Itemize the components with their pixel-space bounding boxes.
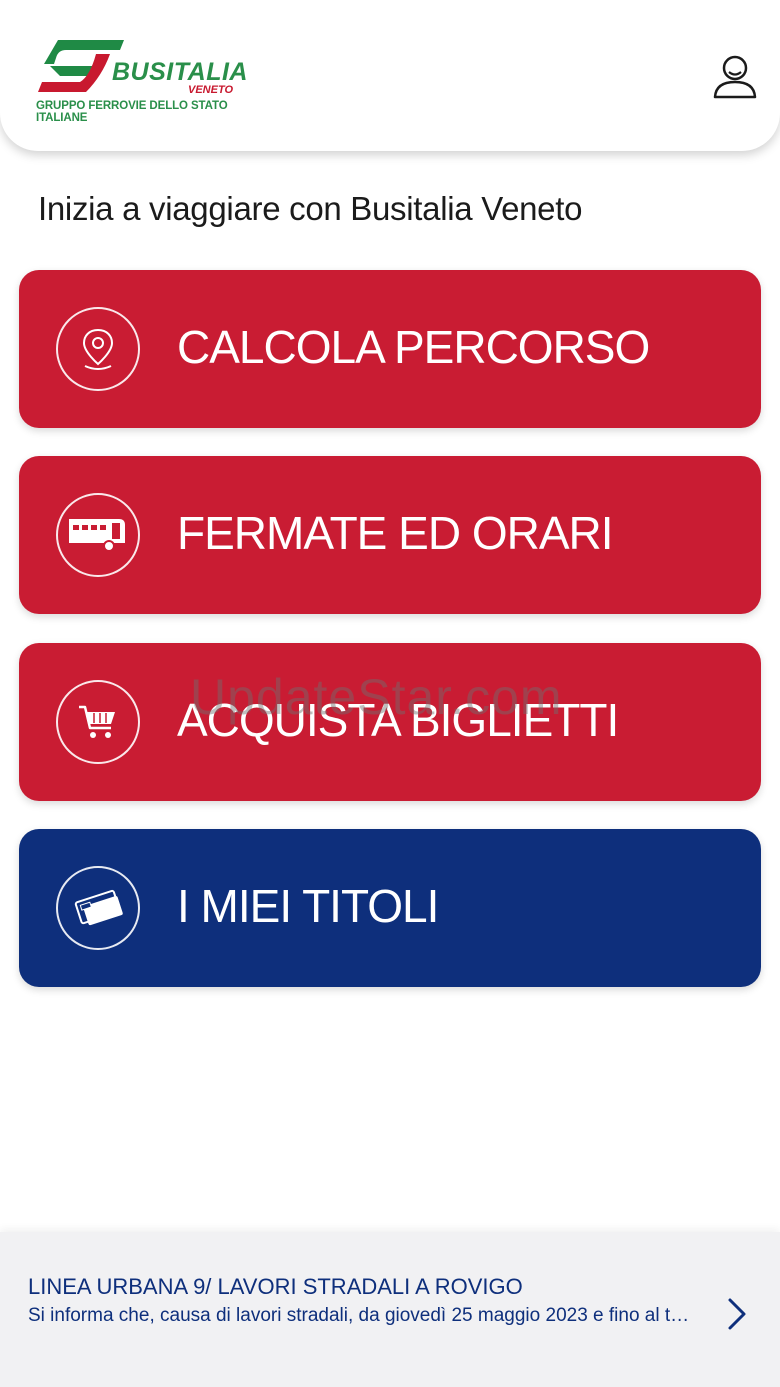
ticket-icon: [56, 866, 140, 950]
user-icon[interactable]: [710, 52, 760, 102]
calcola-percorso-button[interactable]: CALCOLA PERCORSO: [19, 270, 761, 428]
logo-brand-text: BUSITALIA: [112, 58, 248, 86]
cart-icon: [56, 680, 140, 764]
intro-text: Inizia a viaggiare con Busitalia Veneto: [38, 190, 583, 227]
card-label: I MIEI TITOLI: [177, 880, 439, 932]
news-text: Si informa che, causa di lavori stradali…: [28, 1305, 698, 1326]
news-banner[interactable]: LINEA URBANA 9/ LAVORI STRADALI A ROVIGO…: [0, 1232, 780, 1387]
news-title: LINEA URBANA 9/ LAVORI STRADALI A ROVIGO: [28, 1274, 523, 1299]
app-header: BUSITALIA VENETO GRUPPO FERROVIE DELLO S…: [0, 0, 780, 151]
i-miei-titoli-button[interactable]: I MIEI TITOLI: [19, 829, 761, 987]
fermate-ed-orari-button[interactable]: FERMATE ED ORARI: [19, 456, 761, 614]
logo-group-text: GRUPPO FERROVIE DELLO STATO ITALIANE: [36, 100, 228, 124]
chevron-right-icon[interactable]: [722, 1294, 750, 1334]
map-pin-icon: [56, 307, 140, 391]
acquista-biglietti-button[interactable]: ACQUISTA BIGLIETTI: [19, 643, 761, 801]
card-label: ACQUISTA BIGLIETTI: [177, 694, 619, 746]
logo-region-text: VENETO: [188, 84, 234, 96]
card-label: CALCOLA PERCORSO: [177, 321, 650, 373]
bus-icon: [56, 493, 140, 577]
card-label: FERMATE ED ORARI: [177, 507, 614, 559]
busitalia-logo: BUSITALIA VENETO GRUPPO FERROVIE DELLO S…: [36, 36, 281, 124]
